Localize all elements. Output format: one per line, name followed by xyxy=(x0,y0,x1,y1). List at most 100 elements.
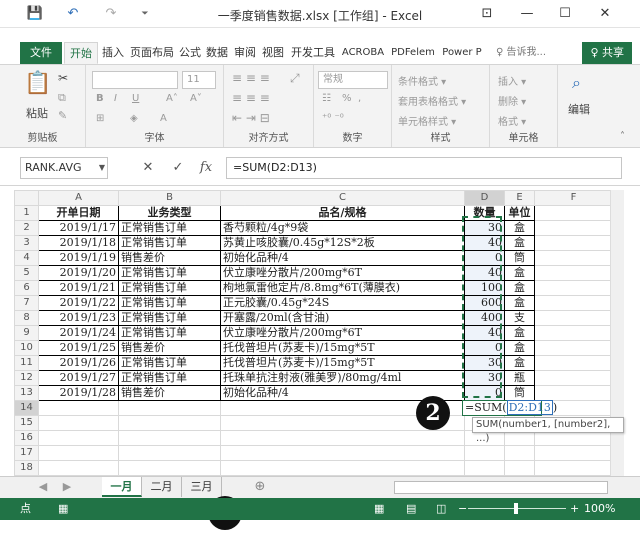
percent-button[interactable]: % xyxy=(342,93,352,104)
cell-c[interactable]: 托伐普坦片(苏麦卡)/15mg*5T xyxy=(220,340,465,356)
active-cell-editor[interactable]: =SUM(D2:D13) xyxy=(462,400,557,416)
tab-page-layout[interactable]: 页面布局 xyxy=(128,42,176,64)
font-name-combo[interactable] xyxy=(92,71,178,89)
cell-c[interactable]: 托珠单抗注射液(雅美罗)/80mg/4ml xyxy=(220,370,465,386)
close-button[interactable]: ✕ xyxy=(588,0,622,28)
delete-cells-button[interactable]: 删除 ▾ xyxy=(498,93,526,108)
cell-b[interactable]: 正常销售订单 xyxy=(118,265,221,281)
shrink-font-icon[interactable]: A˅ xyxy=(190,93,202,104)
cell-a[interactable]: 2019/1/20 xyxy=(38,265,119,281)
cell-d[interactable]: 0 xyxy=(464,250,505,266)
tell-me-search[interactable]: ♀ 告诉我... xyxy=(488,42,554,64)
cell-b[interactable] xyxy=(118,430,221,446)
cell-e[interactable]: 盒 xyxy=(504,325,535,341)
row-header[interactable]: 14 xyxy=(14,400,39,416)
format-painter-icon[interactable]: ✎ xyxy=(58,109,67,122)
insert-cells-button[interactable]: 插入 ▾ xyxy=(498,73,526,88)
add-sheet-button[interactable]: ⊕ xyxy=(250,477,270,497)
cell-b[interactable]: 正常销售订单 xyxy=(118,220,221,236)
cell-d[interactable] xyxy=(464,445,505,461)
page-break-view-icon[interactable]: ◫ xyxy=(436,498,446,520)
cell-e[interactable]: 盒 xyxy=(504,265,535,281)
cell-a[interactable]: 2019/1/24 xyxy=(38,325,119,341)
font-size-combo[interactable]: 11 xyxy=(182,71,216,89)
row-header[interactable]: 7 xyxy=(14,295,39,311)
column-header-a[interactable]: A xyxy=(38,190,119,206)
cell-d[interactable]: 40 xyxy=(464,265,505,281)
formula-input[interactable]: =SUM(D2:D13) xyxy=(226,157,622,179)
cell-e[interactable]: 单位 xyxy=(504,205,535,221)
row-header[interactable]: 12 xyxy=(14,370,39,386)
cell-a[interactable]: 2019/1/28 xyxy=(38,385,119,401)
row-header[interactable]: 17 xyxy=(14,445,39,461)
comma-button[interactable]: , xyxy=(358,93,361,104)
page-layout-view-icon[interactable]: ▤ xyxy=(406,498,416,520)
tab-pdfelement[interactable]: PDFelem xyxy=(388,42,438,64)
cell-d[interactable]: 30 xyxy=(464,220,505,236)
cell-c[interactable] xyxy=(220,430,465,446)
borders-icon[interactable]: ⊞ xyxy=(96,113,104,124)
cell-d[interactable]: 数量 xyxy=(464,205,505,221)
cell-c[interactable]: 枸地氯雷他定片/8.8mg*6T(薄膜衣) xyxy=(220,280,465,296)
cell-b[interactable]: 正常销售订单 xyxy=(118,295,221,311)
cell-d[interactable]: 0 xyxy=(464,340,505,356)
cell-d[interactable]: 600 xyxy=(464,295,505,311)
macro-record-icon[interactable]: ▦ xyxy=(58,498,68,520)
cell-f[interactable] xyxy=(534,355,613,371)
tab-data[interactable]: 数据 xyxy=(204,42,230,64)
row-header[interactable]: 8 xyxy=(14,310,39,326)
cell-e[interactable]: 盒 xyxy=(504,340,535,356)
cell-f[interactable] xyxy=(534,235,613,251)
indent-icon[interactable]: ⇤ ⇥ ⊟ xyxy=(232,111,270,125)
zoom-in-icon[interactable]: + xyxy=(570,498,579,520)
cell-b[interactable]: 销售差价 xyxy=(118,250,221,266)
accounting-icon[interactable]: ☷ xyxy=(322,93,331,104)
cell-c[interactable]: 伏立康唑分散片/200mg*6T xyxy=(220,325,465,341)
copy-icon[interactable]: ⧉ xyxy=(58,91,66,105)
cell-a[interactable]: 2019/1/23 xyxy=(38,310,119,326)
number-format-combo[interactable]: 常规 xyxy=(318,71,388,89)
function-tooltip[interactable]: SUM(number1, [number2], ...) xyxy=(472,417,624,444)
align-left-icon[interactable]: ≡ ≡ ≡ xyxy=(232,91,270,105)
row-header[interactable]: 3 xyxy=(14,235,39,251)
cell-a[interactable]: 2019/1/19 xyxy=(38,250,119,266)
cell-b[interactable]: 正常销售订单 xyxy=(118,280,221,296)
cell-f[interactable] xyxy=(534,205,613,221)
cell-f[interactable] xyxy=(534,340,613,356)
prev-sheet-icon[interactable]: ◀ xyxy=(34,477,52,497)
cell-b[interactable] xyxy=(118,400,221,416)
cell-e[interactable]: 盒 xyxy=(504,220,535,236)
row-header[interactable]: 11 xyxy=(14,355,39,371)
grow-font-icon[interactable]: A˄ xyxy=(166,93,178,104)
tab-power-pivot[interactable]: Power P xyxy=(440,42,484,64)
cell-e[interactable] xyxy=(504,445,535,461)
cell-d[interactable]: 30 xyxy=(464,355,505,371)
collapse-ribbon-icon[interactable]: ˄ xyxy=(620,131,625,142)
row-header[interactable]: 15 xyxy=(14,415,39,431)
normal-view-icon[interactable]: ▦ xyxy=(374,498,384,520)
cell-f[interactable] xyxy=(534,385,613,401)
insert-function-button[interactable]: fx xyxy=(196,157,216,179)
sheet-tab-mar[interactable]: 三月 xyxy=(182,477,222,497)
cell-b[interactable]: 正常销售订单 xyxy=(118,370,221,386)
cell-b[interactable]: 正常销售订单 xyxy=(118,355,221,371)
align-top-icon[interactable]: ≡ ≡ ≡ xyxy=(232,71,270,85)
cell-b[interactable]: 业务类型 xyxy=(118,205,221,221)
cell-a[interactable] xyxy=(38,415,119,431)
column-header-b[interactable]: B xyxy=(118,190,221,206)
cell-a[interactable]: 2019/1/27 xyxy=(38,370,119,386)
bold-icon[interactable]: B xyxy=(96,93,104,104)
maximize-button[interactable]: ☐ xyxy=(548,0,582,28)
paste-button-label[interactable]: 粘贴 xyxy=(26,105,48,121)
cell-d[interactable]: 40 xyxy=(464,325,505,341)
tab-acrobat[interactable]: ACROBA xyxy=(340,42,386,64)
cell-c[interactable] xyxy=(220,445,465,461)
font-color-icon[interactable]: A xyxy=(160,113,167,124)
cell-a[interactable] xyxy=(38,445,119,461)
next-sheet-icon[interactable]: ▶ xyxy=(58,477,76,497)
row-header[interactable]: 10 xyxy=(14,340,39,356)
column-header-d[interactable]: D xyxy=(464,190,505,206)
horizontal-scrollbar[interactable] xyxy=(394,481,608,494)
cell-c[interactable]: 托伐普坦片(苏麦卡)/15mg*5T xyxy=(220,355,465,371)
cell-b[interactable] xyxy=(118,415,221,431)
